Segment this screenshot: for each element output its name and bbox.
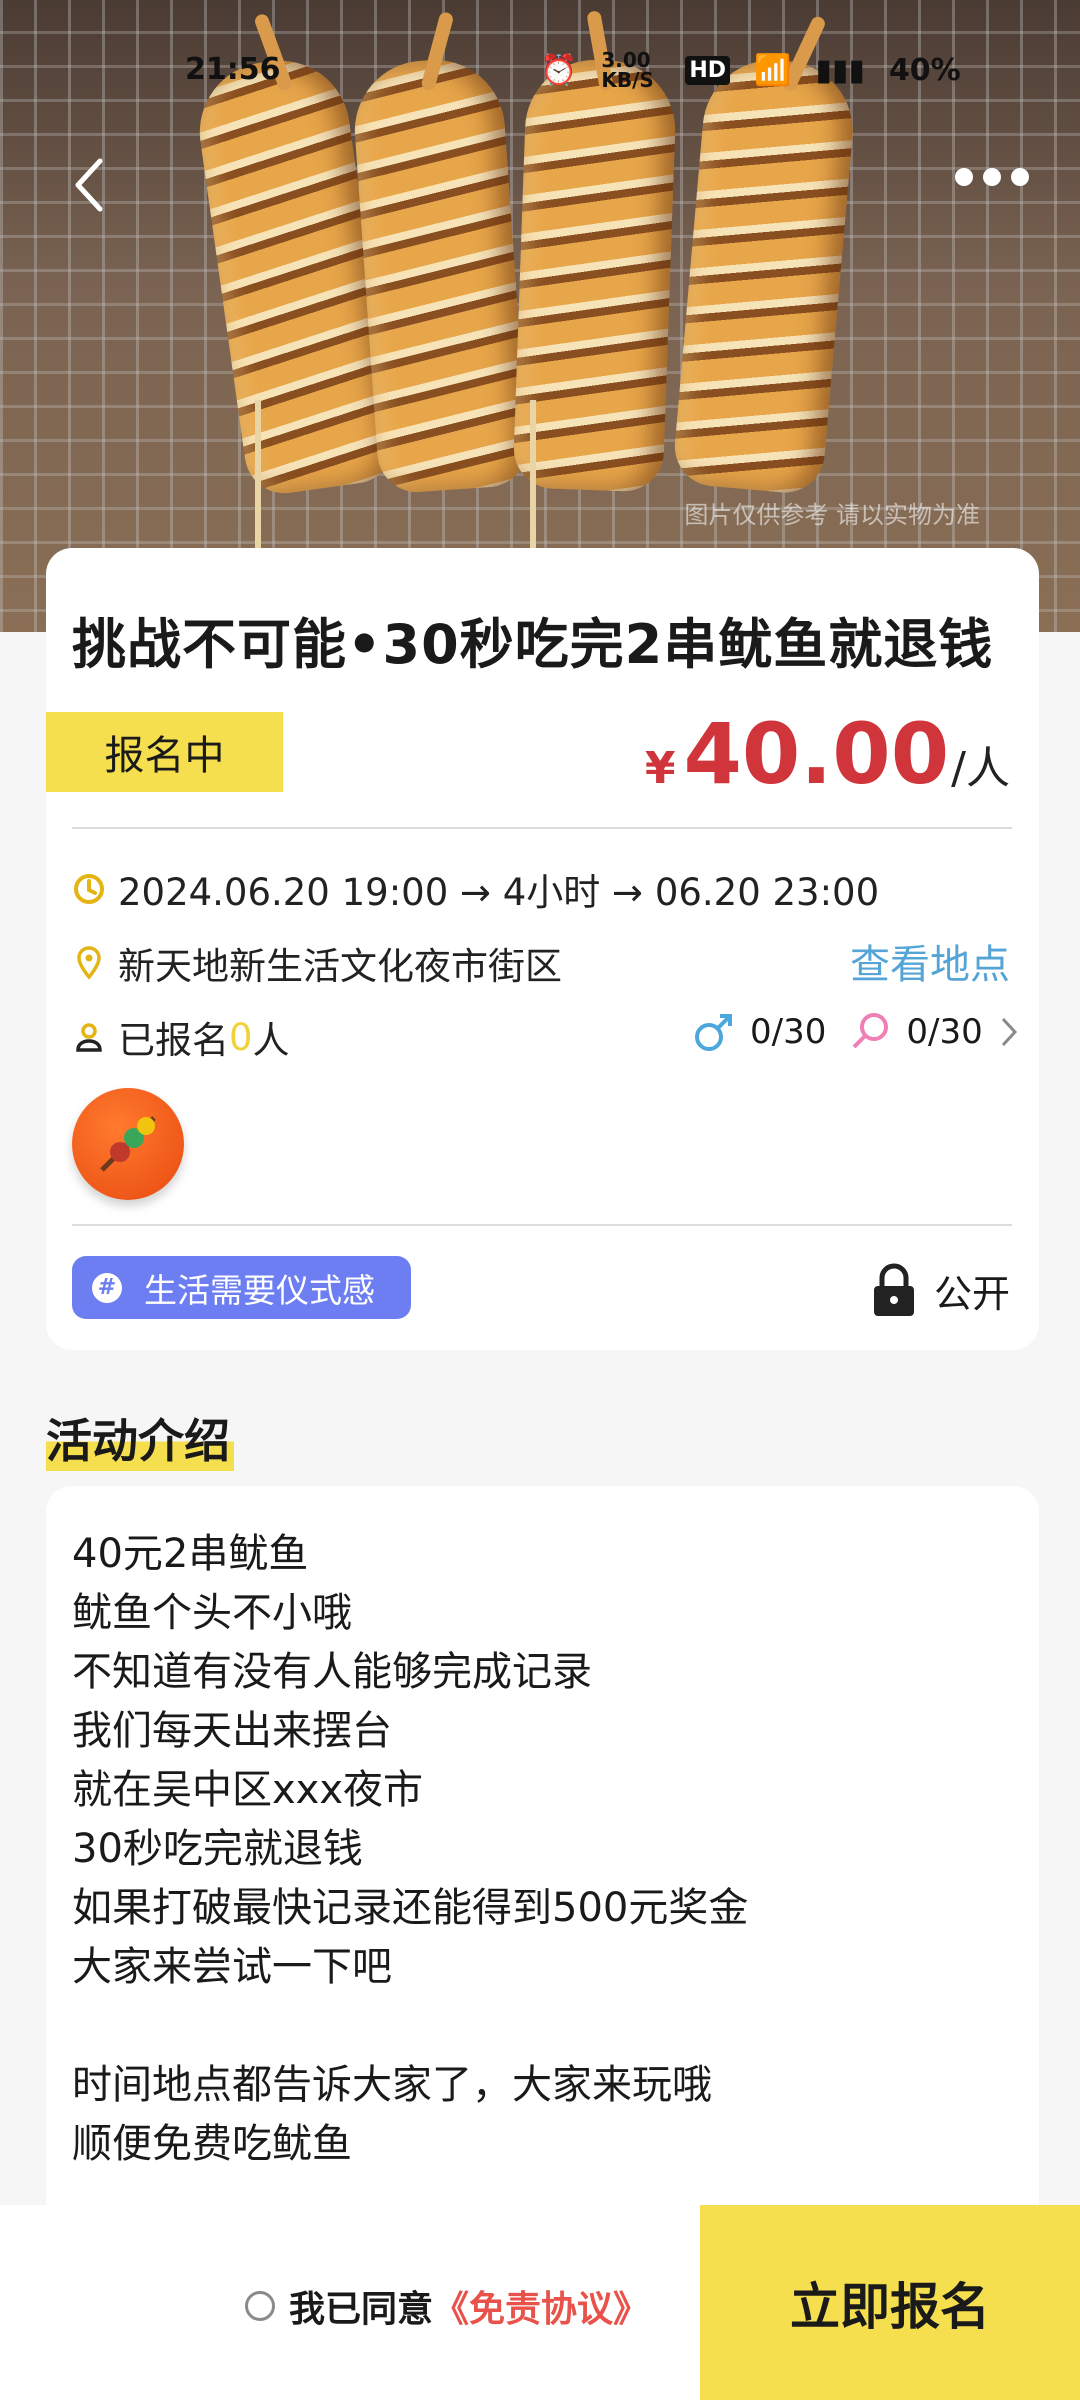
image-watermark: 图片仅供参考 请以实物为准 xyxy=(684,501,980,529)
dot xyxy=(955,168,973,186)
signup-count-row: 已报名 0 人 xyxy=(72,1010,290,1064)
wifi-icon: 📶 xyxy=(754,52,792,88)
chevron-right-icon xyxy=(1001,1017,1017,1047)
divider xyxy=(72,1224,1012,1226)
female-count: 0/30 xyxy=(906,1012,983,1052)
skewer xyxy=(255,400,261,550)
male-icon xyxy=(695,1014,732,1051)
dot xyxy=(1011,168,1029,186)
dot xyxy=(983,168,1001,186)
event-time-range: 2024.06.20 19:00 → 4小时 → 06.20 23:00 xyxy=(118,871,880,914)
price-value: 40.00 xyxy=(683,705,950,803)
skewer-icon xyxy=(100,1116,156,1172)
event-price: ¥ 40.00 /人 xyxy=(645,705,1010,803)
price-currency: ¥ xyxy=(644,743,676,794)
network-speed: 3.00 KB/S xyxy=(601,48,654,92)
topic-tag-label: 生活需要仪式感 xyxy=(144,1270,375,1310)
signed-count: 0 xyxy=(229,1015,253,1059)
status-bar: 21:56 ⏰ 3.00 KB/S HD 📶 ▮▮▮ 40% xyxy=(0,0,1080,140)
lock-icon xyxy=(873,1263,914,1316)
agree-text: 我已同意 xyxy=(289,2289,434,2330)
battery-level: 40% xyxy=(888,52,961,88)
event-title: 挑战不可能•30秒吃完2串鱿鱼就退钱 xyxy=(72,613,994,676)
view-location-link[interactable]: 查看地点 xyxy=(850,932,1010,990)
clock-icon xyxy=(74,874,104,904)
event-time-row: 2024.06.20 19:00 → 4小时 → 06.20 23:00 xyxy=(72,862,879,916)
intro-title: 活动介绍 xyxy=(46,1405,234,1471)
person-icon xyxy=(76,1023,102,1052)
signed-prefix: 已报名 xyxy=(118,1019,229,1062)
signup-button[interactable]: 立即报名 xyxy=(700,2205,1080,2400)
more-options-icon[interactable] xyxy=(955,168,1035,198)
status-time: 21:56 xyxy=(185,52,281,87)
agreement-row[interactable]: 我已同意 《免责协议》 xyxy=(245,2280,649,2332)
signed-suffix: 人 xyxy=(252,1019,290,1062)
price-unit: /人 xyxy=(951,743,1010,794)
privacy-label: 公开 xyxy=(933,1271,1010,1316)
location-pin-icon xyxy=(77,946,101,980)
intro-text: 40元2串鱿鱼 鱿鱼个头不小哦 不知道有没有人能够完成记录 我们每天出来摆台 就… xyxy=(72,1531,749,2167)
status-right: ⏰ 3.00 KB/S HD 📶 ▮▮▮ 40% xyxy=(540,50,961,90)
topic-tag[interactable]: # 生活需要仪式感 xyxy=(72,1256,411,1319)
participant-avatar[interactable] xyxy=(72,1088,184,1200)
gender-quota[interactable]: 0/30 0/30 xyxy=(692,1010,1021,1054)
signal-icon: ▮▮▮ xyxy=(815,52,865,88)
alarm-icon: ⏰ xyxy=(540,52,578,88)
disclaimer-link[interactable]: 《免责协议》 xyxy=(433,2280,649,2332)
event-location-row: 新天地新生活文化夜市街区 xyxy=(72,936,562,990)
hashtag-icon: # xyxy=(92,1272,122,1303)
female-icon xyxy=(852,1013,889,1049)
back-arrow-icon[interactable] xyxy=(70,155,110,215)
hd-icon: HD xyxy=(685,55,731,85)
status-badge: 报名中 xyxy=(46,712,283,792)
male-count: 0/30 xyxy=(750,1012,827,1052)
privacy-indicator: 公开 xyxy=(870,1262,1010,1318)
divider xyxy=(72,827,1012,829)
skewer xyxy=(530,400,536,550)
event-location: 新天地新生活文化夜市街区 xyxy=(118,945,562,988)
agree-radio[interactable] xyxy=(245,2291,275,2321)
